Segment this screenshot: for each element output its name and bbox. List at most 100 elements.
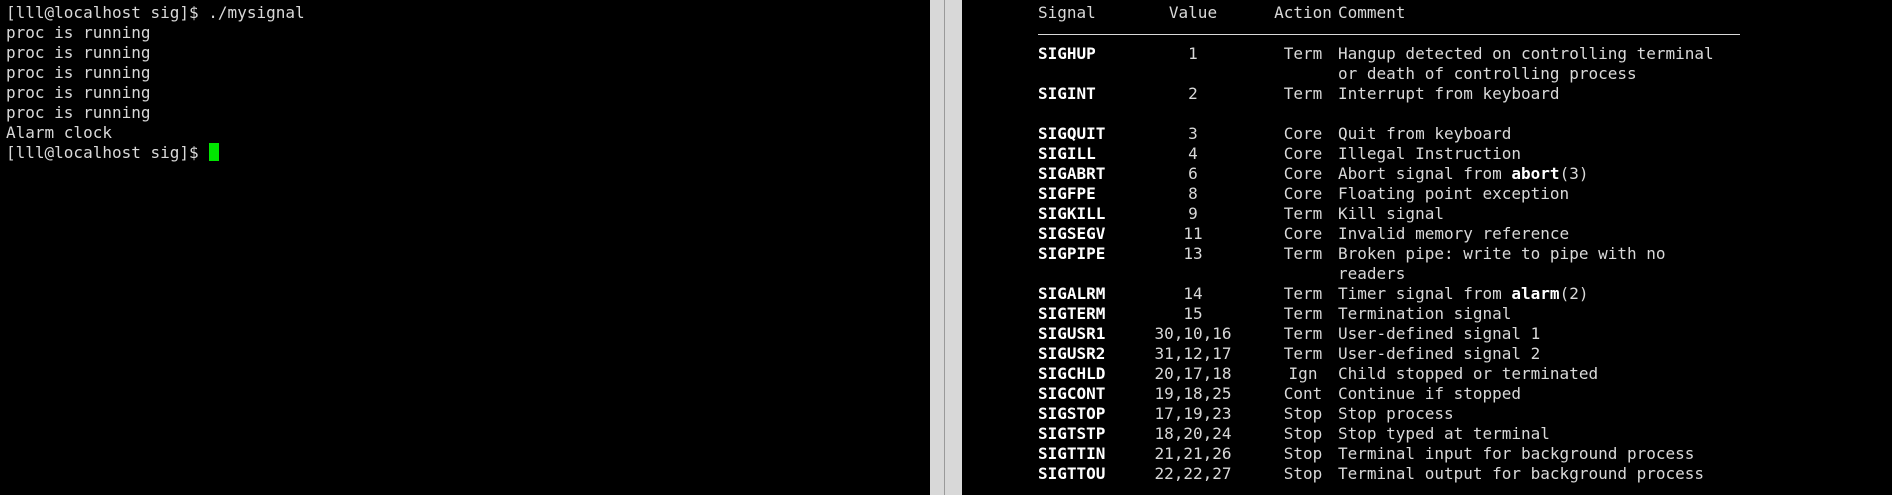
table-row: or death of controlling process bbox=[962, 64, 1892, 84]
signal-name: SIGCHLD bbox=[1038, 364, 1106, 383]
signal-comment: Quit from keyboard bbox=[1338, 124, 1511, 144]
terminal-prompt-line[interactable]: [lll@localhost sig]$ bbox=[6, 143, 930, 163]
signal-name: SIGQUIT bbox=[1038, 124, 1106, 143]
comment-function-ref: alarm bbox=[1511, 284, 1560, 303]
manpage-pane[interactable]: Signal Value Action Comment SIGHUP 1 Term H… bbox=[962, 0, 1892, 495]
table-row: SIGCONT 19,18,25 Cont Continue if stopped bbox=[962, 384, 1892, 404]
signal-value: 21,21,26 bbox=[1154, 444, 1232, 463]
signal-name: SIGALRM bbox=[1038, 284, 1106, 303]
comment-function-ref: abort bbox=[1511, 164, 1560, 183]
terminal-pane[interactable]: [lll@localhost sig]$ ./mysignal proc is … bbox=[0, 0, 930, 495]
signal-name: SIGKILL bbox=[1038, 204, 1106, 223]
signal-name: SIGINT bbox=[1038, 84, 1096, 103]
signal-name: SIGCONT bbox=[1038, 384, 1106, 403]
signal-value: 4 bbox=[1188, 144, 1198, 163]
comment-text: Kill signal bbox=[1338, 204, 1444, 223]
signal-comment: Floating point exception bbox=[1338, 184, 1569, 204]
table-row: SIGTERM 15 Term Termination signal bbox=[962, 304, 1892, 324]
table-row: SIGILL 4 Core Illegal Instruction bbox=[962, 144, 1892, 164]
comment-text: Stop typed at terminal bbox=[1338, 424, 1550, 443]
signal-comment: Timer signal from alarm(2) bbox=[1338, 284, 1588, 304]
signal-name: SIGSEGV bbox=[1038, 224, 1106, 243]
table-row: SIGINT 2 Term Interrupt from keyboard bbox=[962, 84, 1892, 104]
table-row: SIGPIPE 13 Term Broken pipe: write to pipe … bbox=[962, 244, 1892, 264]
signal-comment: or death of controlling process bbox=[1338, 64, 1637, 84]
terminal-cursor bbox=[209, 143, 220, 161]
terminal-line: proc is running bbox=[6, 23, 151, 42]
signal-comment: Invalid memory reference bbox=[1338, 224, 1569, 244]
signal-value: 15 bbox=[1183, 304, 1203, 323]
signal-name: SIGFPE bbox=[1038, 184, 1096, 203]
header-comment: Comment bbox=[1338, 3, 1406, 22]
signal-comment: readers bbox=[1338, 264, 1405, 284]
signal-value: 6 bbox=[1188, 164, 1198, 183]
signal-value: 3 bbox=[1188, 124, 1198, 143]
table-row: SIGTTOU 22,22,27 Stop Terminal output for b… bbox=[962, 464, 1892, 484]
table-row: SIGKILL 9 Term Kill signal bbox=[962, 204, 1892, 224]
signal-value: 9 bbox=[1188, 204, 1198, 223]
comment-text: Terminal input for background process bbox=[1338, 444, 1695, 463]
table-row: SIGSEGV 11 Core Invalid memory reference bbox=[962, 224, 1892, 244]
signal-value: 31,12,17 bbox=[1154, 344, 1232, 363]
signal-name: SIGTERM bbox=[1038, 304, 1106, 323]
signal-comment: Child stopped or terminated bbox=[1338, 364, 1598, 384]
signal-comment: Hangup detected on controlling terminal bbox=[1338, 44, 1714, 64]
signal-name: SIGSTOP bbox=[1038, 404, 1106, 423]
table-row: SIGCHLD 20,17,18 Ign Child stopped or termi… bbox=[962, 364, 1892, 384]
comment-text: Illegal Instruction bbox=[1338, 144, 1522, 163]
pane-divider[interactable] bbox=[930, 0, 962, 495]
signal-name: SIGHUP bbox=[1038, 44, 1096, 63]
signal-comment: Interrupt from keyboard bbox=[1338, 84, 1560, 104]
comment-text: Abort signal from bbox=[1338, 164, 1512, 183]
comment-text: Interrupt from keyboard bbox=[1338, 84, 1560, 103]
signal-value: 2 bbox=[1188, 84, 1198, 103]
signal-comment: User-defined signal 2 bbox=[1338, 344, 1540, 364]
signal-name: SIGPIPE bbox=[1038, 244, 1106, 263]
signal-value: 20,17,18 bbox=[1154, 364, 1232, 383]
terminal-output: [lll@localhost sig]$ ./mysignal proc is … bbox=[0, 0, 930, 163]
header-value: Value bbox=[1168, 3, 1218, 22]
table-row: SIGTTIN 21,21,26 Stop Terminal input for ba… bbox=[962, 444, 1892, 464]
signal-value: 14 bbox=[1183, 284, 1203, 303]
header-rule bbox=[1038, 34, 1740, 35]
signal-comment: Broken pipe: write to pipe with no bbox=[1338, 244, 1666, 264]
table-row: readers bbox=[962, 264, 1892, 284]
signal-name: SIGTTOU bbox=[1038, 464, 1106, 483]
signal-value: 22,22,27 bbox=[1154, 464, 1232, 483]
comment-text: Floating point exception bbox=[1338, 184, 1570, 203]
signal-name: SIGILL bbox=[1038, 144, 1096, 163]
table-row: SIGSTOP 17,19,23 Stop Stop process bbox=[962, 404, 1892, 424]
table-row: SIGALRM 14 Term Timer signal from alarm(2) bbox=[962, 284, 1892, 304]
signal-comment: Kill signal bbox=[1338, 204, 1444, 224]
terminal-line: [lll@localhost sig]$ ./mysignal bbox=[6, 3, 305, 22]
comment-text: User-defined signal 2 bbox=[1338, 344, 1541, 363]
table-row: SIGUSR2 31,12,17 Term User-defined signal 2 bbox=[962, 344, 1892, 364]
table-row: SIGQUIT 3 Core Quit from keyboard bbox=[962, 124, 1892, 144]
comment-text: Broken pipe: write to pipe with no bbox=[1338, 244, 1666, 263]
comment-text: Stop process bbox=[1338, 404, 1454, 423]
table-row: SIGABRT 6 Core Abort signal from abort(3) bbox=[962, 164, 1892, 184]
terminal-prompt: [lll@localhost sig]$ bbox=[6, 143, 209, 162]
signal-comment: Terminal output for background process bbox=[1338, 464, 1704, 484]
terminal-line: proc is running bbox=[6, 103, 151, 122]
comment-text: Quit from keyboard bbox=[1338, 124, 1512, 143]
terminal-line: proc is running bbox=[6, 83, 151, 102]
terminal-line: Alarm clock bbox=[6, 123, 112, 142]
comment-manpage-section: (2) bbox=[1559, 284, 1589, 303]
signal-value: 8 bbox=[1188, 184, 1198, 203]
terminal-line: proc is running bbox=[6, 43, 151, 62]
signal-value: 17,19,23 bbox=[1154, 404, 1232, 423]
signal-name: SIGUSR2 bbox=[1038, 344, 1106, 363]
signal-value: 13 bbox=[1183, 244, 1203, 263]
signal-comment: User-defined signal 1 bbox=[1338, 324, 1540, 344]
signal-name: SIGTSTP bbox=[1038, 424, 1106, 443]
divider-line bbox=[944, 0, 945, 495]
signal-value: 19,18,25 bbox=[1154, 384, 1232, 403]
comment-text: User-defined signal 1 bbox=[1338, 324, 1541, 343]
signal-comment: Continue if stopped bbox=[1338, 384, 1521, 404]
signal-value: 1 bbox=[1188, 44, 1198, 63]
signal-comment: Abort signal from abort(3) bbox=[1338, 164, 1588, 184]
signal-comment: Termination signal bbox=[1338, 304, 1511, 324]
comment-text: readers bbox=[1338, 264, 1406, 283]
signal-comment: Illegal Instruction bbox=[1338, 144, 1521, 164]
